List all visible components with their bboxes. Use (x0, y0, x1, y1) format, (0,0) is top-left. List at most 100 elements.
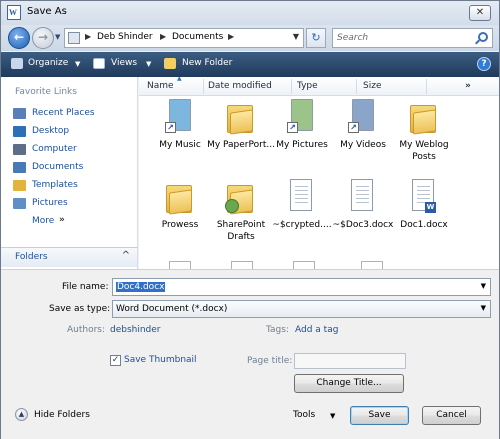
page-title-field[interactable] (294, 353, 406, 369)
sidebar-item-label: Desktop (32, 126, 70, 136)
search-placeholder: Search (337, 33, 369, 43)
more-links[interactable]: More » (13, 214, 133, 230)
tools-menu[interactable]: Tools (293, 410, 315, 420)
more-columns-chevron-icon[interactable]: » (465, 81, 471, 91)
column-divider[interactable] (291, 79, 292, 94)
sidebar-item-label: Documents (32, 162, 84, 172)
breadcrumb-deb-shinder[interactable]: Deb Shinder (97, 32, 153, 42)
file-name-value: Doc4.docx (116, 282, 166, 292)
recent-locations-dropdown[interactable]: ▼ (55, 33, 60, 41)
chevron-up-icon[interactable]: ^ (122, 250, 130, 261)
column-type[interactable]: Type (297, 81, 318, 91)
tags-field[interactable]: Add a tag (295, 325, 338, 335)
file-name-label: File name: (62, 282, 109, 292)
shortcut-icon: ↗ (165, 99, 193, 133)
document-icon: W (412, 179, 436, 213)
documents-icon (13, 162, 26, 173)
partial-file-tile[interactable] (361, 261, 383, 269)
save-button[interactable]: Save (350, 406, 409, 425)
search-icon[interactable] (478, 32, 488, 42)
save-as-type-dropdown-icon[interactable]: ▼ (481, 304, 486, 312)
title-bar: W Save As ✕ (1, 1, 499, 25)
save-as-type-select[interactable]: Word Document (*.docx) ▼ (112, 300, 491, 318)
sidebar-item-recent-places[interactable]: Recent Places (13, 106, 133, 122)
breadcrumb-separator-icon[interactable]: ▶ (228, 32, 234, 41)
document-icon (290, 179, 312, 211)
organize-icon (11, 58, 23, 69)
desktop-icon (13, 126, 26, 137)
save-thumbnail-checkbox[interactable]: ✓ (110, 355, 121, 366)
sidebar-item-pictures[interactable]: Pictures (13, 196, 133, 212)
breadcrumb-documents[interactable]: Documents (172, 32, 223, 42)
breadcrumb-separator-icon[interactable]: ▶ (85, 32, 91, 41)
authors-field[interactable]: debshinder (110, 325, 161, 335)
save-thumbnail-label[interactable]: Save Thumbnail (124, 355, 197, 365)
breadcrumb-separator-icon[interactable]: ▶ (160, 32, 166, 41)
views-button[interactable]: Views (111, 58, 137, 68)
change-title-button[interactable]: Change Title... (294, 374, 404, 393)
sidebar-item-templates[interactable]: Templates (13, 178, 133, 194)
page-title-label: Page title: (247, 356, 293, 366)
favorite-links-heading: Favorite Links (15, 87, 77, 97)
column-name[interactable]: Name (147, 81, 174, 91)
recent-places-icon (13, 108, 26, 119)
search-input[interactable]: Search (332, 28, 493, 48)
folder-location-icon (68, 32, 80, 44)
cancel-button[interactable]: Cancel (422, 406, 481, 425)
tags-label: Tags: (266, 325, 289, 335)
organize-button[interactable]: Organize (28, 58, 68, 68)
views-dropdown-icon[interactable]: ▼ (146, 60, 151, 68)
partial-file-tile[interactable] (231, 261, 253, 269)
command-toolbar: Organize ▼ Views ▼ New Folder ? (1, 52, 499, 77)
views-icon (93, 58, 105, 69)
save-as-dialog: W Save As ✕ ← → ▼ ▶ Deb Shinder ▶ Docume… (0, 0, 500, 439)
file-name-field[interactable]: Doc4.docx ▼ (112, 278, 491, 296)
window-title: Save As (27, 6, 67, 17)
hide-folders-icon[interactable]: ▲ (15, 408, 28, 421)
organize-dropdown-icon[interactable]: ▼ (75, 60, 80, 68)
folder-icon (13, 180, 26, 191)
navigation-pane: Favorite Links Recent Places Desktop Compu… (1, 77, 138, 269)
address-dropdown-icon[interactable]: ▼ (293, 32, 299, 41)
folders-label: Folders (15, 252, 48, 262)
column-divider[interactable] (426, 79, 427, 94)
sidebar-item-label: Computer (32, 144, 77, 154)
help-icon[interactable]: ? (477, 57, 491, 71)
column-size[interactable]: Size (363, 81, 381, 91)
file-item[interactable]: My Weblog Posts (387, 97, 461, 169)
tools-dropdown-icon[interactable]: ▼ (330, 412, 335, 420)
column-divider[interactable] (356, 79, 357, 94)
folder-icon (225, 181, 253, 215)
partial-file-tile[interactable] (169, 261, 191, 269)
folder-icon (410, 101, 436, 135)
close-button[interactable]: ✕ (469, 5, 491, 21)
address-bar[interactable]: ▶ Deb Shinder ▶ Documents ▶ ▼ (64, 28, 304, 48)
folders-toggle[interactable]: Folders ^ (1, 247, 138, 267)
new-folder-icon (164, 58, 176, 69)
shortcut-icon: ↗ (348, 99, 376, 133)
more-chevron-icon: » (59, 215, 65, 225)
forward-button[interactable]: → (32, 27, 54, 49)
address-row: ← → ▼ ▶ Deb Shinder ▶ Documents ▶ ▼ ↻ Se… (1, 25, 499, 51)
sidebar-item-computer[interactable]: Computer (13, 142, 133, 158)
folder-icon (227, 101, 253, 135)
sidebar-item-documents[interactable]: Documents (13, 160, 133, 176)
column-date-modified[interactable]: Date modified (208, 81, 272, 91)
shortcut-icon: ↗ (287, 99, 315, 133)
new-folder-button[interactable]: New Folder (182, 58, 232, 68)
sidebar-item-label: Templates (32, 180, 78, 190)
hide-folders-button[interactable]: Hide Folders (34, 410, 90, 420)
back-button[interactable]: ← (8, 27, 30, 49)
save-as-type-label: Save as type: (49, 304, 111, 314)
partial-file-tile[interactable] (293, 261, 315, 269)
sidebar-item-desktop[interactable]: Desktop (13, 124, 133, 140)
computer-icon (13, 144, 26, 155)
sort-arrow-icon: ▲ (177, 77, 182, 82)
column-divider[interactable] (203, 79, 204, 94)
file-item[interactable]: W Doc1.docx (387, 177, 461, 249)
sidebar-item-label: Pictures (32, 198, 68, 208)
file-name-dropdown-icon[interactable]: ▼ (481, 282, 486, 290)
sidebar-item-label: Recent Places (32, 108, 95, 118)
word-app-icon: W (7, 5, 21, 20)
refresh-button[interactable]: ↻ (306, 28, 326, 48)
